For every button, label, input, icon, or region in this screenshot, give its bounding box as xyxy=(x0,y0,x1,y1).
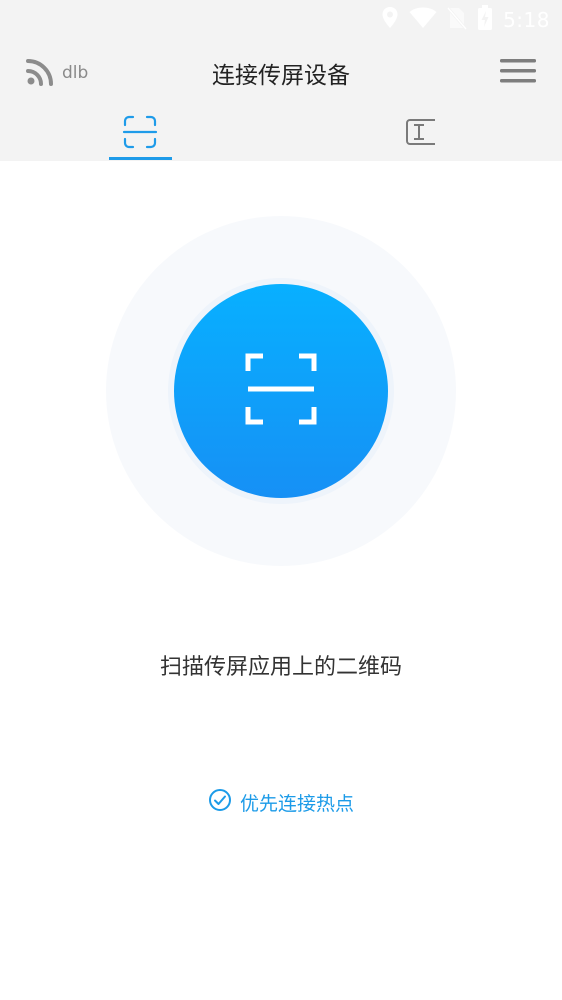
status-bar: 5:18 xyxy=(0,0,562,40)
tab-input-code[interactable] xyxy=(281,102,562,161)
scan-panel: 扫描传屏应用上的二维码 优先连接热点 xyxy=(0,161,562,1000)
menu-button[interactable] xyxy=(500,56,536,86)
scan-button[interactable] xyxy=(174,284,388,498)
prefer-hotspot-toggle[interactable]: 优先连接热点 xyxy=(0,788,562,816)
menu-icon xyxy=(500,59,536,90)
scan-icon xyxy=(245,353,317,429)
tab-bar xyxy=(0,102,562,161)
status-icons: 5:18 xyxy=(381,5,550,35)
scan-qr-icon xyxy=(122,114,158,154)
no-sim-icon xyxy=(446,6,468,34)
status-time: 5:18 xyxy=(503,8,550,32)
battery-charging-icon xyxy=(477,5,493,35)
input-code-icon xyxy=(405,116,437,152)
tab-scan-qr[interactable] xyxy=(0,102,281,161)
wifi-icon xyxy=(409,7,437,33)
prefer-hotspot-label: 优先连接热点 xyxy=(239,792,354,815)
app-bar: dlb 连接传屏设备 xyxy=(0,40,562,102)
check-circle-icon xyxy=(208,788,232,816)
scan-hint-text: 扫描传屏应用上的二维码 xyxy=(159,655,402,680)
tab-selected-indicator xyxy=(109,157,172,160)
page-title: 连接传屏设备 xyxy=(212,63,350,89)
location-icon xyxy=(381,6,399,34)
